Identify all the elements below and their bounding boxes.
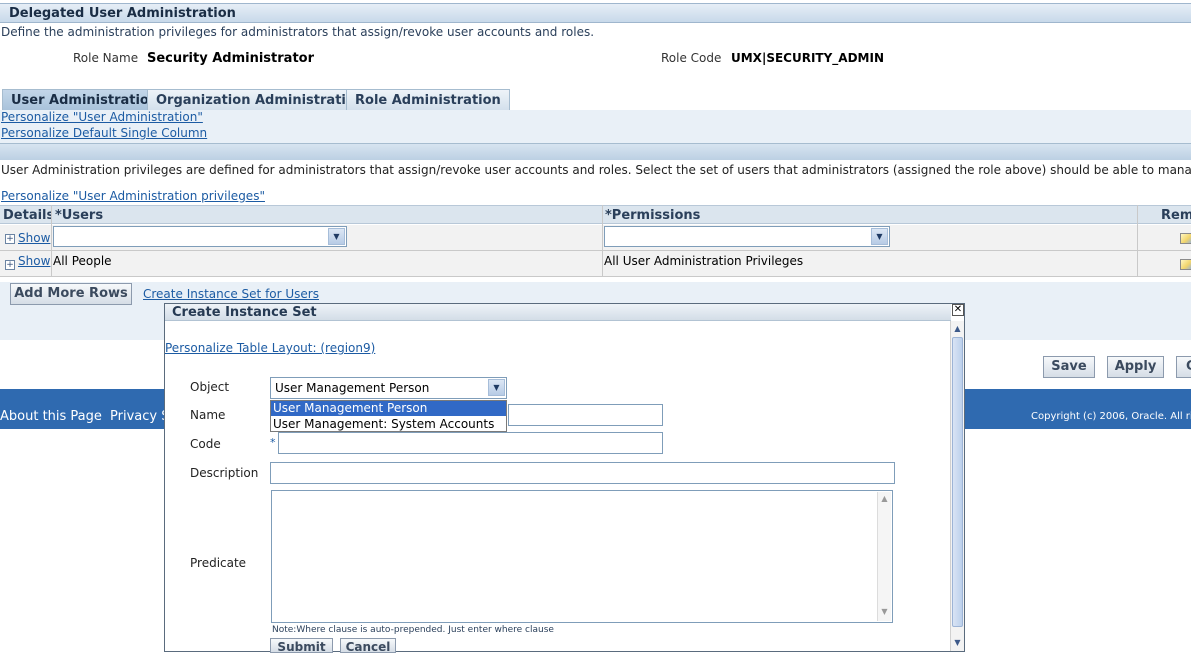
object-selected-value: User Management Person xyxy=(275,381,430,395)
option-system-accounts[interactable]: User Management: System Accounts xyxy=(271,417,506,432)
object-options-list: User Management Person User Management: … xyxy=(270,400,507,432)
role-code-label: Role Code xyxy=(661,51,722,65)
cancel-dialog-button[interactable]: Cancel xyxy=(340,638,396,653)
object-label: Object xyxy=(190,380,230,394)
role-name-label: Role Name xyxy=(73,51,139,65)
chevron-down-icon[interactable]: ▼ xyxy=(871,228,888,245)
column-divider xyxy=(1137,205,1138,277)
show-details-link[interactable]: Show xyxy=(18,231,50,245)
expand-icon[interactable]: + xyxy=(5,260,15,270)
tab-organization-administration[interactable]: Organization Administration xyxy=(147,89,374,110)
scroll-up-icon[interactable]: ▲ xyxy=(878,494,891,503)
personalize-single-column-link[interactable]: Personalize Default Single Column xyxy=(1,126,207,140)
show-details-link[interactable]: Show xyxy=(18,254,50,268)
name-input[interactable] xyxy=(508,404,663,426)
object-select[interactable]: User Management Person ▼ xyxy=(270,377,507,399)
cancel-button[interactable]: C xyxy=(1176,356,1191,378)
required-marker: * xyxy=(270,436,276,449)
textarea-scrollbar[interactable]: ▲ ▼ xyxy=(877,492,891,621)
description-input[interactable] xyxy=(270,462,895,484)
tab-role-administration[interactable]: Role Administration xyxy=(346,89,510,110)
scroll-down-icon[interactable]: ▼ xyxy=(952,636,963,649)
permissions-select[interactable]: ▼ xyxy=(604,226,890,247)
scroll-up-icon[interactable]: ▲ xyxy=(952,322,963,335)
personalize-privileges-link[interactable]: Personalize "User Administration privile… xyxy=(1,189,265,203)
add-more-rows-button[interactable]: Add More Rows xyxy=(10,283,132,305)
permissions-cell: All User Administration Privileges xyxy=(604,254,804,268)
column-header-permissions: *Permissions xyxy=(602,205,1137,224)
submit-button[interactable]: Submit xyxy=(270,638,333,653)
dialog-title-bar[interactable]: Create Instance Set xyxy=(165,304,951,321)
scrollbar-thumb[interactable] xyxy=(952,337,963,627)
table-row: + Show ▼ ▼ xyxy=(0,225,1191,251)
column-divider xyxy=(602,205,603,277)
dialog-scrollbar[interactable]: ▲ ▼ xyxy=(950,321,964,651)
copyright-text: Copyright (c) 2006, Oracle. All rig xyxy=(1031,411,1191,422)
column-header-remove: Rem xyxy=(1137,205,1191,224)
predicate-label: Predicate xyxy=(190,556,247,570)
save-button[interactable]: Save xyxy=(1043,356,1095,378)
create-instance-set-link[interactable]: Create Instance Set for Users xyxy=(143,287,319,301)
close-icon[interactable]: ✕ xyxy=(952,304,964,316)
name-label: Name xyxy=(190,408,226,422)
personalize-table-layout-link[interactable]: Personalize Table Layout: (region9) xyxy=(165,341,375,355)
users-cell: All People xyxy=(53,254,112,268)
column-divider xyxy=(51,205,52,277)
option-user-management-person[interactable]: User Management Person xyxy=(271,401,506,416)
role-name-value: Security Administrator xyxy=(147,51,314,66)
column-header-details: Details xyxy=(0,205,54,224)
chevron-down-icon[interactable]: ▼ xyxy=(328,228,345,245)
about-page-link[interactable]: About this Page xyxy=(0,409,102,424)
section-description: User Administration privileges are defin… xyxy=(1,163,1191,177)
table-row: + Show All People All User Administratio… xyxy=(0,251,1191,277)
expand-icon[interactable]: + xyxy=(5,234,15,244)
description-label: Description xyxy=(190,466,259,480)
apply-button[interactable]: Apply xyxy=(1107,356,1164,378)
page-description: Define the administration privileges for… xyxy=(1,25,595,39)
predicate-note: Note:Where clause is auto-prepended. Jus… xyxy=(272,625,554,635)
code-label: Code xyxy=(190,437,221,451)
create-instance-set-dialog: Create Instance Set ✕ ▲ ▼ Personalize Ta… xyxy=(164,303,965,653)
dialog-title: Create Instance Set xyxy=(172,305,317,320)
scroll-down-icon[interactable]: ▼ xyxy=(878,607,891,616)
role-code-value: UMX|SECURITY_ADMIN xyxy=(731,51,884,65)
column-header-users: *Users xyxy=(52,205,602,224)
predicate-textarea[interactable]: ▲ ▼ xyxy=(271,490,893,623)
page-title: Delegated User Administration xyxy=(9,6,236,21)
users-select[interactable]: ▼ xyxy=(53,226,347,247)
remove-icon[interactable] xyxy=(1180,259,1191,270)
tab-user-administration[interactable]: User Administration xyxy=(2,89,168,110)
chevron-down-icon[interactable]: ▼ xyxy=(488,379,505,396)
section-divider xyxy=(0,143,1191,160)
code-input[interactable] xyxy=(278,432,663,454)
personalize-user-admin-link[interactable]: Personalize "User Administration" xyxy=(1,110,203,124)
remove-icon[interactable] xyxy=(1180,233,1191,244)
privacy-link[interactable]: Privacy S xyxy=(110,409,169,424)
page-header: Delegated User Administration xyxy=(0,3,1191,23)
